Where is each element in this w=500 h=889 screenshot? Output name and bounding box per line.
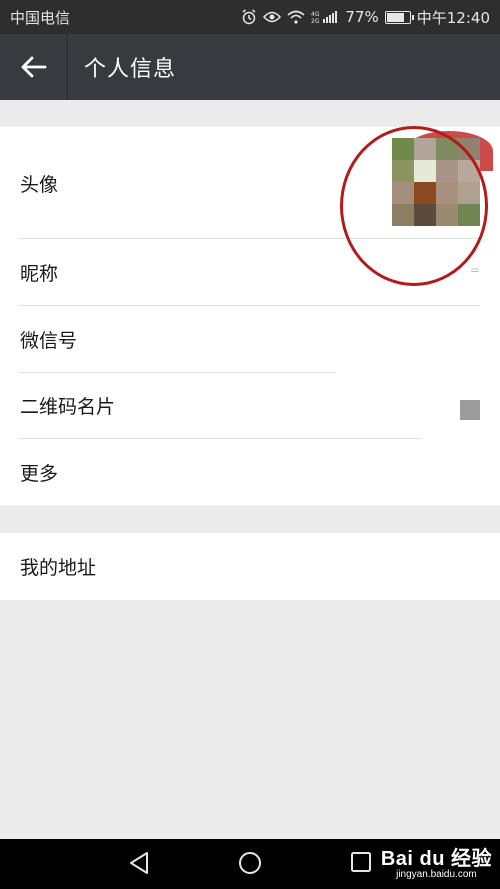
nav-home-icon[interactable] [238,851,262,875]
wechat-id-row[interactable]: 微信号 [0,306,500,372]
arrow-left-icon [21,56,46,78]
svg-text:2G: 2G [311,18,320,24]
carrier-label: 中国电信 [10,8,71,27]
my-address-row-label: 我的地址 [20,557,97,579]
battery-percent: 77% [345,8,379,26]
back-button[interactable] [0,34,68,100]
eye-icon [263,11,282,23]
status-bar: 中国电信 4G 2G 77% 中午12:40 [0,0,500,34]
more-row-label: 更多 [20,462,59,485]
nav-back-icon[interactable] [128,851,150,875]
page-title: 个人信息 [84,57,177,82]
signal-icon: 4G 2G [311,11,338,24]
baidu-jingyan-watermark: Bai du 经验 jingyan.baidu.com [381,842,492,880]
wechat-id-row-label: 微信号 [20,329,78,352]
nickname-value: = [470,263,481,277]
wifi-icon [287,10,305,24]
nickname-row-label: 昵称 [20,262,59,285]
status-icons: 4G 2G 77% 中午12:40 [241,7,490,28]
battery-icon [384,10,414,24]
more-row[interactable]: 更多 [0,439,500,505]
nav-recents-icon[interactable] [350,851,372,873]
highlight-circle [340,126,488,286]
my-address-row[interactable]: 我的地址 [0,533,500,600]
qr-code-card-row-label: 二维码名片 [20,396,116,418]
svg-text:4G: 4G [311,11,320,18]
qr-code-icon [460,400,480,420]
watermark-url: jingyan.baidu.com [396,869,477,880]
qr-code-card-row[interactable]: 二维码名片 [0,373,500,438]
title-bar: 个人信息 [0,34,500,100]
avatar-row-label: 头像 [20,173,59,196]
watermark-brand: Bai du 经验 [380,848,492,870]
alarm-icon [242,9,256,25]
clock: 中午12:40 [416,8,490,27]
